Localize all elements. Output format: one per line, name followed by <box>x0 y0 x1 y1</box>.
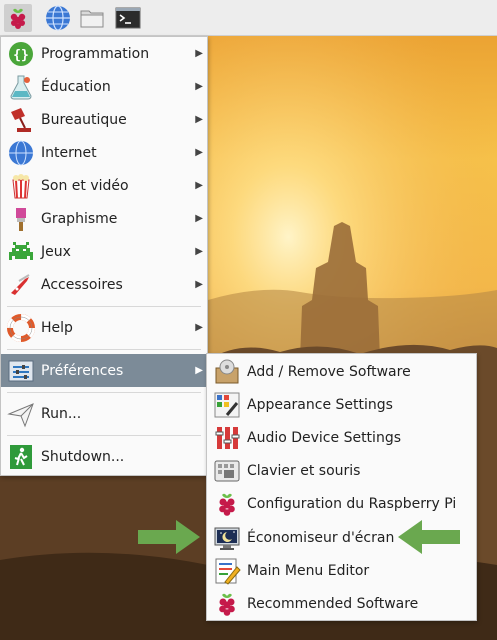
menu-item-label: Jeux <box>41 243 71 260</box>
chevron-right-icon: ▶ <box>195 246 203 257</box>
annotation-arrow-right <box>138 520 200 554</box>
terminal-icon <box>115 7 141 29</box>
menu-separator <box>7 392 201 393</box>
submenu-item-audio-device-settings[interactable]: Audio Device Settings <box>207 421 476 454</box>
shutdown-exit-icon <box>7 443 35 471</box>
menu-item-run[interactable]: Run... <box>1 397 207 430</box>
chevron-right-icon: ▶ <box>195 147 203 158</box>
menu-item-shutdown[interactable]: Shutdown... <box>1 440 207 473</box>
menu-item-label: Internet <box>41 144 97 161</box>
chevron-right-icon: ▶ <box>195 114 203 125</box>
submenu-item-label: Add / Remove Software <box>247 363 411 380</box>
chevron-right-icon: ▶ <box>195 48 203 59</box>
raspberry-pi-menu-button[interactable] <box>4 4 32 32</box>
submenu-item-appearance-settings[interactable]: Appearance Settings <box>207 388 476 421</box>
games-invader-icon <box>7 238 35 266</box>
chevron-right-icon: ▶ <box>195 365 203 376</box>
menu-item-label: Graphisme <box>41 210 118 227</box>
menu-item-label: Programmation <box>41 45 150 62</box>
menu-item-label: Run... <box>41 405 82 422</box>
menu-item-education[interactable]: Éducation ▶ <box>1 70 207 103</box>
help-lifebuoy-icon <box>7 313 35 342</box>
office-lamp-icon <box>7 106 35 134</box>
menu-item-programmation[interactable]: {} Programmation ▶ <box>1 37 207 70</box>
accessories-knife-icon <box>7 271 35 299</box>
audio-device-settings-icon <box>213 424 241 452</box>
submenu-item-label: Économiseur d'écran <box>247 529 395 546</box>
menu-item-label: Shutdown... <box>41 448 125 465</box>
submenu-item-label: Main Menu Editor <box>247 562 370 579</box>
menu-item-accessoires[interactable]: Accessoires ▶ <box>1 268 207 301</box>
preferences-submenu: Add / Remove Software Appearance Setting… <box>206 353 477 621</box>
menu-item-internet[interactable]: Internet ▶ <box>1 136 207 169</box>
chevron-right-icon: ▶ <box>195 81 203 92</box>
file-manager-button[interactable] <box>78 4 106 32</box>
menu-item-label: Bureautique <box>41 111 127 128</box>
chevron-right-icon: ▶ <box>195 279 203 290</box>
menu-separator <box>7 306 201 307</box>
menu-item-son-et-video[interactable]: Son et vidéo ▶ <box>1 169 207 202</box>
appearance-settings-icon <box>213 391 241 419</box>
keyboard-mouse-icon <box>213 457 241 485</box>
submenu-item-raspberry-pi-configuration[interactable]: Configuration du Raspberry Pi <box>207 487 476 520</box>
chevron-right-icon: ▶ <box>195 322 203 333</box>
menu-separator <box>7 435 201 436</box>
programming-icon: {} <box>7 40 35 68</box>
education-flask-icon <box>7 73 35 101</box>
menu-item-label: Help <box>41 319 73 336</box>
menu-item-preferences[interactable]: Préférences ▶ <box>1 354 207 387</box>
internet-globe-icon <box>7 139 35 167</box>
main-menu-editor-icon <box>213 557 241 585</box>
menu-item-label: Accessoires <box>41 276 123 293</box>
add-remove-software-icon <box>213 358 241 386</box>
screensaver-monitor-icon <box>213 524 241 552</box>
submenu-item-main-menu-editor[interactable]: Main Menu Editor <box>207 554 476 587</box>
menu-separator <box>7 349 201 350</box>
submenu-item-label: Clavier et souris <box>247 462 361 479</box>
web-browser-icon <box>46 5 70 31</box>
annotation-arrow-left <box>398 520 460 554</box>
submenu-item-label: Configuration du Raspberry Pi <box>247 495 457 512</box>
sound-video-icon <box>7 172 35 200</box>
menu-item-label: Son et vidéo <box>41 177 129 194</box>
chevron-right-icon: ▶ <box>195 213 203 224</box>
raspberry-pi-config-icon <box>213 490 241 518</box>
chevron-right-icon: ▶ <box>195 180 203 191</box>
web-browser-button[interactable] <box>44 4 72 32</box>
raspberry-pi-menu-icon <box>10 8 26 29</box>
menu-item-bureautique[interactable]: Bureautique ▶ <box>1 103 207 136</box>
submenu-item-clavier-et-souris[interactable]: Clavier et souris <box>207 454 476 487</box>
menu-item-label: Préférences <box>41 362 124 379</box>
menu-item-help[interactable]: Help ▶ <box>1 311 207 344</box>
svg-text:{}: {} <box>13 48 29 63</box>
menu-item-jeux[interactable]: Jeux ▶ <box>1 235 207 268</box>
graphics-brush-icon <box>7 205 35 233</box>
recommended-software-icon <box>213 590 241 618</box>
application-menu: {} Programmation ▶ Éducation ▶ Bureautiq… <box>0 36 208 476</box>
run-paper-plane-icon <box>7 400 35 428</box>
submenu-item-recommended-software[interactable]: Recommended Software <box>207 587 476 620</box>
menu-item-label: Éducation <box>41 78 111 95</box>
taskbar <box>0 0 497 36</box>
preferences-icon <box>7 357 35 385</box>
file-manager-icon <box>80 10 104 28</box>
menu-item-graphisme[interactable]: Graphisme ▶ <box>1 202 207 235</box>
submenu-item-label: Appearance Settings <box>247 396 393 413</box>
submenu-item-add-remove-software[interactable]: Add / Remove Software <box>207 355 476 388</box>
terminal-button[interactable] <box>114 4 142 32</box>
submenu-item-label: Audio Device Settings <box>247 429 401 446</box>
submenu-item-label: Recommended Software <box>247 595 419 612</box>
